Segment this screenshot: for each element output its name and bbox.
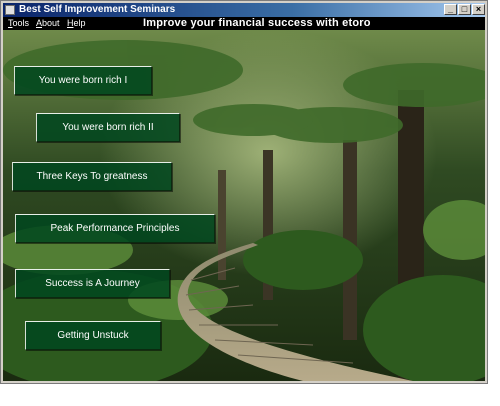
maximize-button[interactable]: □	[458, 4, 471, 15]
nav-button-three-keys[interactable]: Three Keys To greatness	[12, 162, 172, 191]
close-button[interactable]: ×	[472, 4, 485, 15]
app-icon[interactable]	[5, 5, 15, 15]
minimize-button[interactable]: _	[444, 4, 457, 15]
nav-button-getting-unstuck[interactable]: Getting Unstuck	[25, 321, 161, 350]
promo-banner: Improve your financial success with etor…	[143, 17, 371, 29]
app-window: Best Self Improvement Seminars _ □ × Too…	[0, 0, 488, 384]
nav-button-peak-performance[interactable]: Peak Performance Principles	[15, 214, 215, 243]
jungle-background-image: You were born rich I You were born rich …	[3, 30, 485, 381]
menu-help[interactable]: Help	[67, 17, 86, 30]
menu-tools[interactable]: Tools	[8, 17, 29, 30]
window-title: Best Self Improvement Seminars	[19, 4, 176, 15]
nav-button-born-rich-1[interactable]: You were born rich I	[14, 66, 152, 95]
menu-bar: Tools About Help Improve your financial …	[3, 17, 485, 30]
nav-button-success-journey[interactable]: Success is A Journey	[15, 269, 170, 298]
title-bar[interactable]: Best Self Improvement Seminars _ □ ×	[3, 3, 485, 17]
menu-about[interactable]: About	[36, 17, 60, 30]
nav-button-born-rich-2[interactable]: You were born rich II	[36, 113, 180, 142]
